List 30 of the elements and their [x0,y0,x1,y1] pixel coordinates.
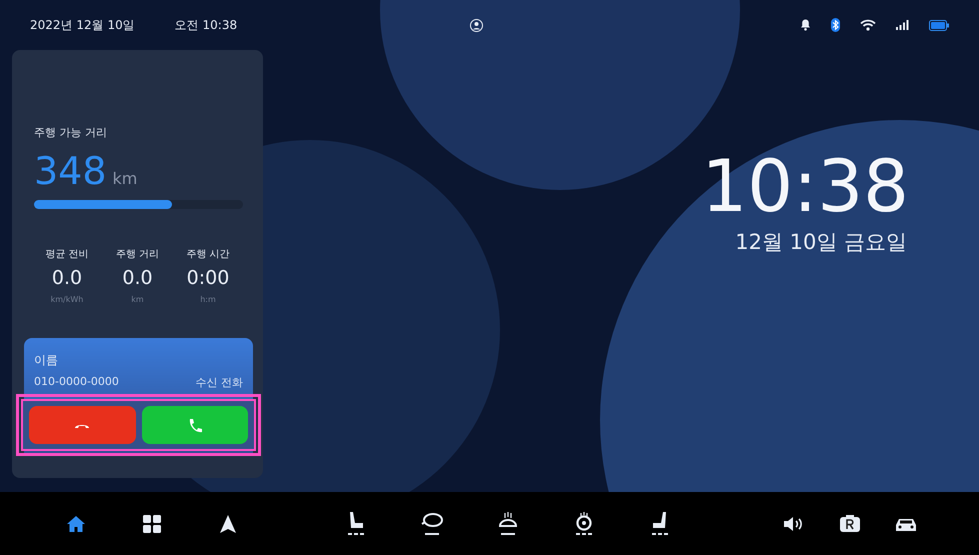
signal-icon [896,20,909,30]
status-time: 오전 10:38 [174,16,238,34]
clock-time: 10:38 [702,150,909,222]
range-unit: km [112,169,138,188]
stat-unit: km/kWh [50,295,84,304]
stat-unit: h:m [200,295,216,304]
stat-value: 0.0 [52,267,82,289]
parking-camera-icon[interactable] [840,515,860,532]
stat-unit: km [131,295,144,304]
stat-value: 0:00 [186,267,230,289]
stat-value: 0.0 [122,267,153,289]
status-date: 2022년 12월 10일 [30,16,135,34]
home-icon[interactable] [66,514,86,532]
range-value: 348 [34,152,107,190]
bell-icon [800,19,811,31]
volume-icon[interactable] [783,516,805,532]
caller-name: 이름 [34,352,59,369]
clock-date: 12월 10일 금요일 [735,229,907,256]
call-status: 수신 전화 [196,375,243,390]
stat-label: 평균 전비 [45,248,89,261]
phone-icon [188,418,202,432]
caller-number: 010-0000-0000 [34,375,119,390]
stat-label: 주행 시간 [186,248,230,261]
wifi-icon [860,19,876,31]
apps-grid-icon[interactable] [143,514,161,532]
stat-label: 주행 거리 [116,248,160,261]
user-profile-icon[interactable] [470,18,483,32]
range-label: 주행 가능 거리 [34,125,108,140]
battery-icon [929,20,949,30]
navigation-arrow-icon[interactable] [220,514,236,532]
